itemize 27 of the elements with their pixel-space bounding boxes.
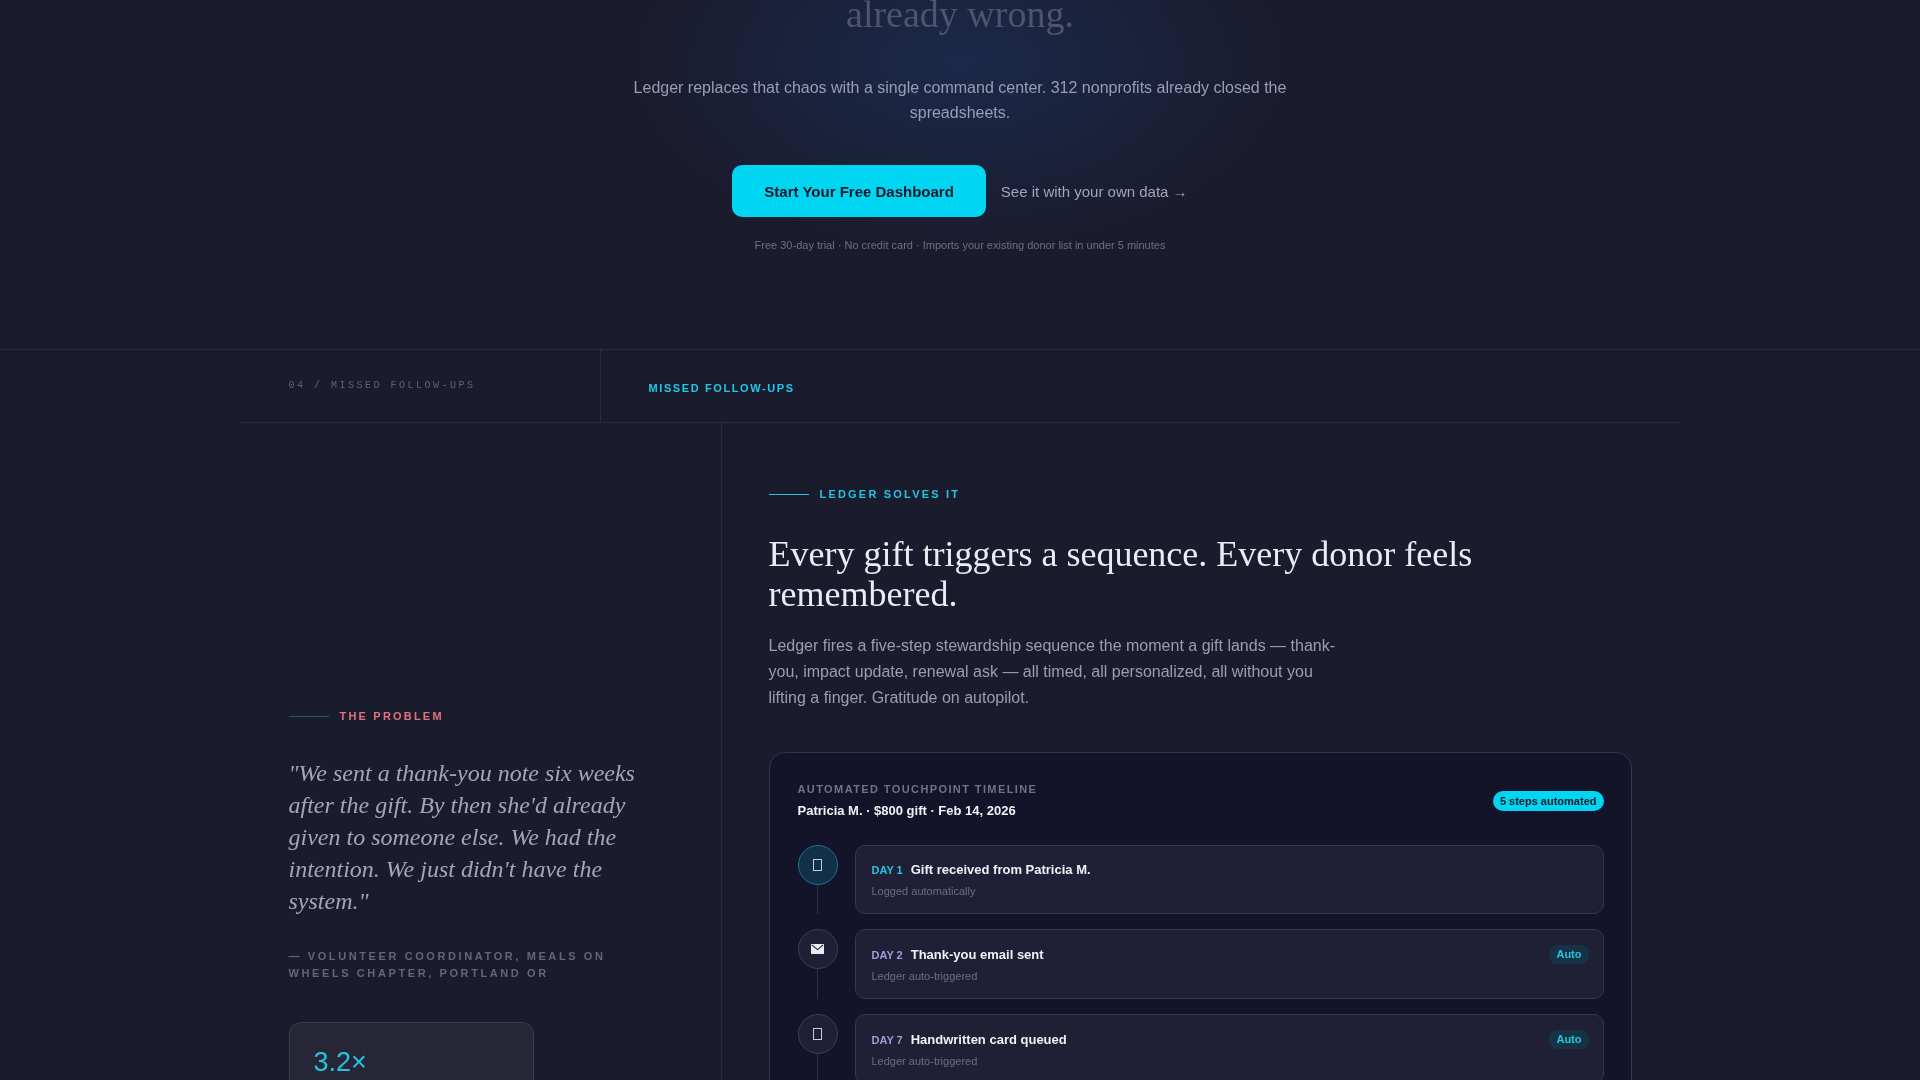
section-title: MISSED FOLLOW-UPS (648, 380, 795, 395)
auto-badge: Auto (1549, 945, 1589, 964)
stat-value: 3.2× (313, 1046, 367, 1078)
step-title: Gift received from Patricia M. (910, 861, 1091, 879)
section-heading: Every gift triggers a sequence. Every donor feels remembered. (768, 534, 1474, 614)
step-note: Ledger auto-triggered (871, 969, 979, 984)
step-note: Logged automatically (871, 884, 977, 899)
start-dashboard-button[interactable]: Start Your Free Dashboard (732, 165, 986, 217)
steps-badge: 5 steps automated (1492, 790, 1604, 811)
auto-badge: Auto (1549, 1030, 1589, 1049)
own-data-link[interactable]: See it with your own data → (1000, 182, 1188, 200)
eyebrow-label: LEDGER SOLVES IT (819, 487, 961, 501)
quote-attribution: — VOLUNTEER COORDINATOR, MEALS ON WHEELS CHAPTER, PORTLAND OR (288, 949, 607, 981)
section-description: Ledger fires a five-step stewardship sequence the moment a gift lands — thank-you, impact update, renewal ask — all timed, all personalized, all without you lifting a finger. Gratitude on autopilot. (768, 636, 1337, 708)
step-title: Handwritten card queued (910, 1030, 1067, 1049)
step-note: Ledger auto-triggered (871, 1054, 979, 1069)
step-day: DAY 7 (871, 1030, 903, 1049)
step-day: DAY 2 (871, 945, 903, 964)
timeline-title: AUTOMATED TOUCHPOINT TIMELINE (797, 782, 1038, 797)
section-index-label: 04 / MISSED FOLLOW-UPS (288, 379, 476, 393)
eyebrow-label: THE PROBLEM (339, 709, 444, 723)
testimonial-quote: "We sent a thank-you note six weeks after the gift. By then she'd already given to someone else. We had the intention. We just didn't have the system." (288, 759, 636, 916)
fine-print: Free 30-day trial · No credit card · Imports your existing donor list in under 5 minutes (753, 238, 1167, 253)
step-day: DAY 1 (871, 861, 903, 879)
hero-subtitle: Ledger replaces that chaos with a single command center. 312 nonprofits already closed the spreadsheets. (632, 78, 1288, 123)
timeline-summary: Patricia M. · $800 gift · Feb 14, 2026 (797, 802, 1017, 820)
step-title: Thank-you email sent (910, 945, 1044, 964)
